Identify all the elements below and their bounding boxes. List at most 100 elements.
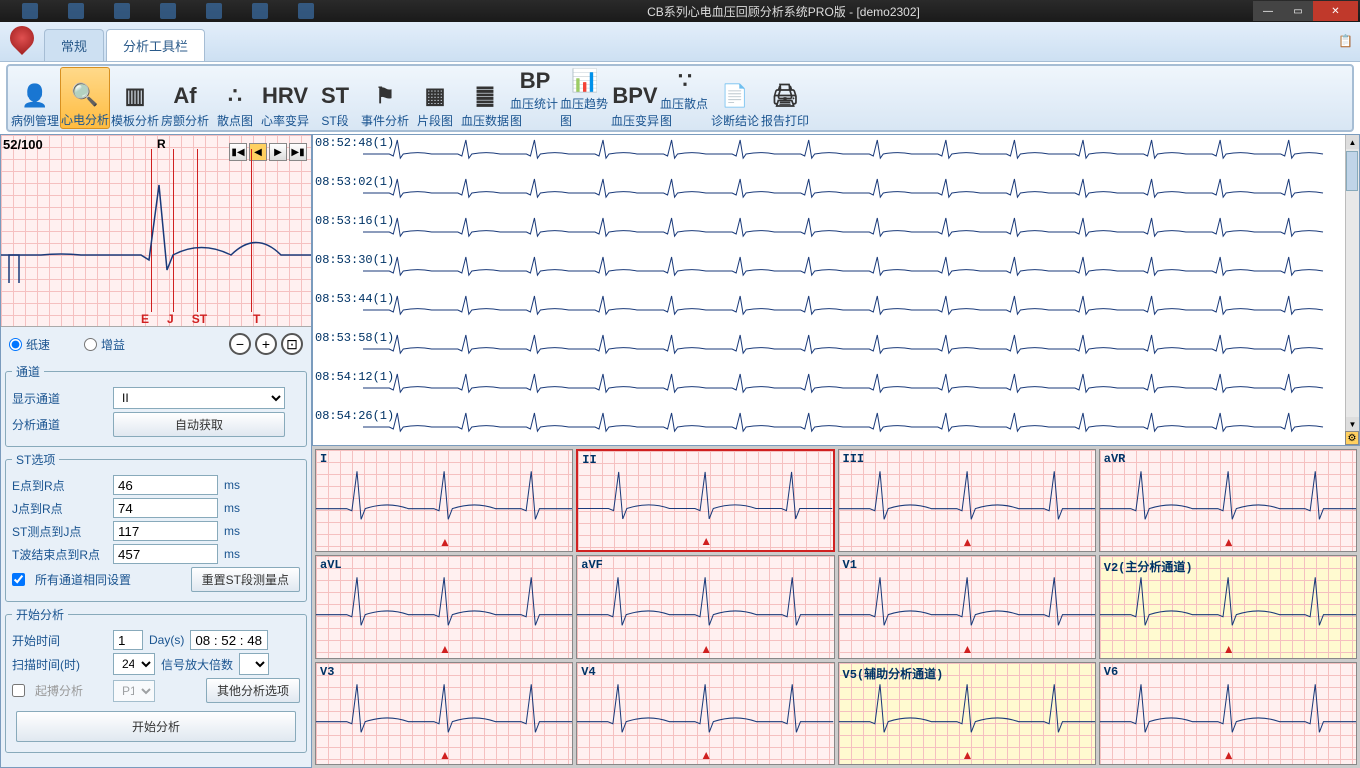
all-channels-checkbox[interactable] [12, 573, 25, 586]
toolbar-事件分析[interactable]: ⚑事件分析 [360, 67, 410, 129]
left-panel: 52/100 R ▮◀ ◀ ▶ ▶▮ E J ST T [0, 134, 312, 768]
signal-multiplier-select[interactable]: 1 [239, 653, 269, 675]
lead-cell-V4[interactable]: V4 ▲ [576, 662, 834, 765]
toolbar-血压散点图[interactable]: ∵血压散点图 [660, 67, 710, 129]
lead-cell-III[interactable]: III ▲ [838, 449, 1096, 552]
lead-label: II [582, 453, 596, 467]
time-input[interactable] [190, 630, 268, 650]
toolbar-片段图[interactable]: ▦片段图 [410, 67, 460, 129]
nav-first-button[interactable]: ▮◀ [229, 143, 247, 161]
toolbar-icon: 🔍 [71, 79, 98, 111]
zoom-out-button[interactable]: − [229, 333, 251, 355]
nav-buttons: ▮◀ ◀ ▶ ▶▮ [229, 143, 307, 161]
e-to-r-input[interactable] [113, 475, 218, 495]
start-time-label: 开始时间 [12, 632, 107, 649]
lead-cell-V1[interactable]: V1 ▲ [838, 555, 1096, 658]
toolbar-血压数据[interactable]: ䷀血压数据 [460, 67, 510, 129]
window-controls: — ▭ ✕ [1253, 1, 1358, 21]
display-channel-select[interactable]: II [113, 387, 285, 409]
lead-cell-aVL[interactable]: aVL ▲ [315, 555, 573, 658]
toolbar-血压变异[interactable]: BPV血压变异 [610, 67, 660, 129]
ecg-strip-row[interactable]: 08:52:48(1) [313, 135, 1359, 174]
ecg-strip-row[interactable]: 08:53:44(1) [313, 291, 1359, 330]
document-icon[interactable]: 📋 [1338, 34, 1354, 50]
ecg-strip-row[interactable]: 08:53:16(1) [313, 213, 1359, 252]
toolbar-诊断结论[interactable]: 📄诊断结论 [710, 67, 760, 129]
lead-marker-icon: ▲ [962, 642, 974, 656]
ecg-preview: 52/100 R ▮◀ ◀ ▶ ▶▮ E J ST T [1, 135, 311, 327]
toolbar-散点图[interactable]: ∴散点图 [210, 67, 260, 129]
toolbar-心电分析[interactable]: 🔍心电分析 [60, 67, 110, 129]
day-input[interactable] [113, 630, 143, 650]
tab-analysis-toolbar[interactable]: 分析工具栏 [106, 29, 205, 61]
toolbar-icon: ∵ [678, 67, 692, 95]
reset-st-button[interactable]: 重置ST段测量点 [191, 567, 300, 592]
tab-normal[interactable]: 常规 [44, 29, 104, 61]
paper-speed-radio[interactable] [9, 338, 22, 351]
analysis-channel-label: 分析通道 [12, 416, 107, 433]
st-options-fieldset: ST选项 E点到R点 ms J点到R点 ms ST测点到J点 ms T波结束点到… [5, 451, 307, 602]
vertical-scrollbar[interactable]: ▲ ▼ [1345, 135, 1359, 445]
st-legend: ST选项 [12, 451, 59, 468]
lead-marker-icon: ▲ [439, 642, 451, 656]
other-options-button[interactable]: 其他分析选项 [206, 678, 300, 703]
lead-cell-II[interactable]: II ▲ [576, 449, 834, 552]
config-button[interactable]: ⚙ [1345, 431, 1359, 445]
lead-cell-aVF[interactable]: aVF ▲ [576, 555, 834, 658]
lead-cell-V2(主分析通道)[interactable]: V2(主分析通道) ▲ [1099, 555, 1357, 658]
maximize-button[interactable]: ▭ [1283, 1, 1313, 21]
lead-marker-icon: ▲ [700, 748, 712, 762]
lead-cell-V5(辅助分析通道)[interactable]: V5(辅助分析通道) ▲ [838, 662, 1096, 765]
ecg-strip-row[interactable]: 08:53:02(1) [313, 174, 1359, 213]
strip-wave [363, 368, 1345, 408]
lead-marker-icon: ▲ [700, 642, 712, 656]
ecg-strip-row[interactable]: 08:53:30(1) [313, 252, 1359, 291]
paper-speed-label: 纸速 [26, 336, 50, 353]
nav-last-button[interactable]: ▶▮ [289, 143, 307, 161]
lead-cell-V3[interactable]: V3 ▲ [315, 662, 573, 765]
gain-radio[interactable] [84, 338, 97, 351]
app-logo-icon [5, 21, 39, 55]
toolbar-label: 血压数据 [461, 112, 509, 129]
j-to-r-input[interactable] [113, 498, 218, 518]
display-channel-label: 显示通道 [12, 390, 107, 407]
ecg-strip-row[interactable]: 08:54:26(1) [313, 408, 1359, 446]
pacemaker-label: 起搏分析 [35, 682, 107, 699]
strip-wave [363, 329, 1345, 369]
toolbar-房颤分析[interactable]: Af房颤分析 [160, 67, 210, 129]
toolbar-模板分析[interactable]: ▥模板分析 [110, 67, 160, 129]
lead-label: I [320, 452, 327, 466]
t-to-r-input[interactable] [113, 544, 218, 564]
toolbar-病例管理[interactable]: 👤病例管理 [10, 67, 60, 129]
zoom-fit-button[interactable]: ⊡ [281, 333, 303, 355]
toolbar-报告打印[interactable]: 🖨报告打印 [760, 67, 810, 129]
lead-cell-aVR[interactable]: aVR ▲ [1099, 449, 1357, 552]
nav-next-button[interactable]: ▶ [269, 143, 287, 161]
signal-label: 信号放大倍数 [161, 656, 233, 673]
lead-label: V2(主分析通道) [1104, 558, 1193, 575]
window-title: CB系列心电血压回顾分析系统PRO版 - [demo2302] [314, 3, 1253, 20]
toolbar-血压趋势图[interactable]: 📊血压趋势图 [560, 67, 610, 129]
st-to-j-input[interactable] [113, 521, 218, 541]
all-channels-label: 所有通道相同设置 [35, 571, 131, 588]
strip-wave [363, 212, 1345, 252]
toolbar-ST段[interactable]: STST段 [310, 67, 360, 129]
close-button[interactable]: ✕ [1313, 1, 1358, 21]
toolbar-label: 血压趋势图 [560, 95, 610, 129]
pacemaker-checkbox[interactable] [12, 684, 25, 697]
zoom-in-button[interactable]: + [255, 333, 277, 355]
lead-marker-icon: ▲ [1223, 748, 1235, 762]
lead-cell-V6[interactable]: V6 ▲ [1099, 662, 1357, 765]
strip-wave [363, 251, 1345, 291]
ecg-strip-row[interactable]: 08:53:58(1) [313, 330, 1359, 369]
minimize-button[interactable]: — [1253, 1, 1283, 21]
scan-hours-select[interactable]: 24 [113, 653, 155, 675]
lead-cell-I[interactable]: I ▲ [315, 449, 573, 552]
auto-acquire-button[interactable]: 自动获取 [113, 412, 285, 437]
toolbar-心率变异[interactable]: HRV心率变异 [260, 67, 310, 129]
toolbar-icon: Af [173, 80, 196, 112]
toolbar-血压统计图[interactable]: BP血压统计图 [510, 67, 560, 129]
strip-wave [363, 134, 1345, 174]
start-analysis-button[interactable]: 开始分析 [16, 711, 296, 742]
ecg-strip-row[interactable]: 08:54:12(1) [313, 369, 1359, 408]
